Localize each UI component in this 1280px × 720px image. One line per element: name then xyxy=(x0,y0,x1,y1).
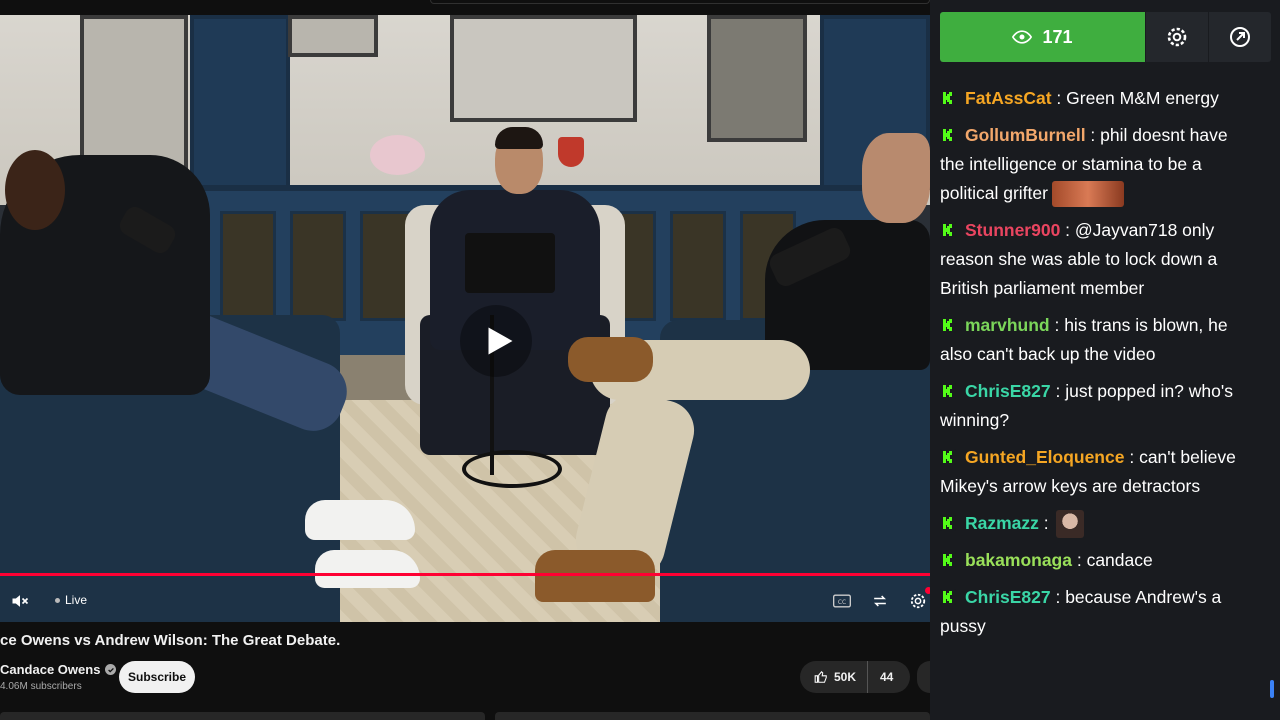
wall-frame-small xyxy=(288,15,378,57)
subscriber-count: 4.06M subscribers xyxy=(0,681,82,692)
cc-icon: CC xyxy=(833,594,851,608)
chat-username[interactable]: marvhund xyxy=(965,315,1050,335)
chat-username[interactable]: Gunted_Eloquence xyxy=(965,447,1124,467)
like-count: 50K xyxy=(834,670,857,684)
shield-ornament xyxy=(558,137,584,167)
kick-badge-icon xyxy=(940,383,956,399)
kick-badge-icon xyxy=(940,127,956,143)
verified-icon xyxy=(105,664,117,675)
progress-fill xyxy=(0,573,930,576)
chat-username[interactable]: Stunner900 xyxy=(965,220,1060,240)
chat-message: Gunted_Eloquence : can't believe Mikey's… xyxy=(930,439,1280,505)
chat-separator: : xyxy=(1050,381,1066,401)
chat-message: ChrisE827 : just popped in? who's winnin… xyxy=(930,373,1280,439)
popout-icon xyxy=(1230,27,1250,47)
host-hair xyxy=(495,127,543,149)
wall-photo-frame xyxy=(707,15,807,142)
chat-separator: : xyxy=(1124,447,1140,467)
chat-emote xyxy=(1055,510,1084,539)
play-button[interactable] xyxy=(460,305,532,377)
kick-badge-icon xyxy=(940,90,956,106)
chat-separator: : xyxy=(1071,550,1087,571)
live-dot xyxy=(55,597,60,603)
chat-emote xyxy=(1051,181,1124,208)
chat-username[interactable]: ChrisE827 xyxy=(965,381,1051,401)
chat-message: bakamonaga : candace xyxy=(930,542,1280,579)
chat-username[interactable]: GollumBurnell xyxy=(965,125,1086,145)
like-icon xyxy=(814,670,827,683)
chat-message: Stunner900 : @Jayvan718 only reason she … xyxy=(930,212,1280,307)
chat-message: FatAssCat : Green M&M energy xyxy=(930,80,1280,117)
settings-button[interactable] xyxy=(906,587,930,613)
chat-message: GollumBurnell : phil doesnt have the int… xyxy=(930,117,1280,212)
chat-message: Razmazz : xyxy=(930,505,1280,542)
gear-icon xyxy=(1167,27,1187,47)
kick-badge-icon xyxy=(940,515,956,531)
play-icon xyxy=(488,327,513,355)
share-button[interactable] xyxy=(917,661,930,693)
chat-text: Green M&M energy xyxy=(1066,88,1219,108)
chat-panel: 171 FatAssCat : Green M&M energy GollumBu… xyxy=(930,0,1280,720)
next-row-edge xyxy=(0,712,930,720)
guest-left-head xyxy=(5,150,65,230)
guest-right-head xyxy=(862,133,930,223)
subscribe-button[interactable]: Subscribe xyxy=(119,661,195,693)
chat-message: marvhund : his trans is blown, he also c… xyxy=(930,307,1280,373)
video-player[interactable]: Live CC xyxy=(0,15,930,622)
player-controls: Live CC xyxy=(0,583,930,619)
live-label: Live xyxy=(65,593,88,607)
laptop xyxy=(465,233,555,293)
chat-settings-button[interactable] xyxy=(1146,12,1208,62)
chat-separator: : xyxy=(1050,587,1066,608)
boot xyxy=(568,337,653,382)
chat-text: candace xyxy=(1086,550,1153,571)
like-dislike-group: 50K 44 xyxy=(800,661,910,693)
kick-badge-icon xyxy=(940,449,956,465)
live-indicator[interactable]: Live xyxy=(55,593,87,607)
viewer-count-bar[interactable]: 171 xyxy=(940,12,1145,62)
loop-button[interactable] xyxy=(868,589,892,613)
bookshelf-left xyxy=(190,15,290,190)
chat-username[interactable]: FatAssCat xyxy=(965,88,1052,108)
eye-icon xyxy=(1012,30,1033,44)
chat-popout-button[interactable] xyxy=(1209,12,1271,62)
like-button[interactable]: 50K xyxy=(800,661,868,693)
chat-separator: : xyxy=(1049,315,1065,335)
kick-badge-icon xyxy=(940,222,956,238)
mic-stand-base xyxy=(462,450,562,488)
chat-separator: : xyxy=(1051,88,1067,108)
chat-message: ChrisE827 : because Andrew's a pussy xyxy=(930,579,1280,645)
channel-row: Candace Owens 4.06M subscribers Subscrib… xyxy=(0,660,930,694)
dislike-button[interactable]: 44 xyxy=(868,670,893,684)
kick-badge-icon xyxy=(940,317,956,333)
chat-separator: : xyxy=(1038,513,1054,533)
mute-icon xyxy=(12,595,29,607)
video-title: ce Owens vs Andrew Wilson: The Great Deb… xyxy=(0,632,341,649)
viewer-count: 171 xyxy=(1042,26,1073,47)
sneaker xyxy=(305,500,415,540)
kick-badge-icon xyxy=(940,589,956,606)
chat-username[interactable]: ChrisE827 xyxy=(965,587,1051,607)
top-bar-edge xyxy=(430,0,930,4)
chat-separator: : xyxy=(1060,220,1075,240)
chat-username[interactable]: bakamonaga xyxy=(965,550,1072,570)
wall-map-frame xyxy=(450,15,637,122)
kick-badge-icon xyxy=(940,552,956,569)
chat-separator: : xyxy=(1085,125,1101,145)
chat-username[interactable]: Razmazz xyxy=(965,513,1039,533)
settings-gear-icon xyxy=(910,593,926,609)
chat-messages: FatAssCat : Green M&M energy GollumBurnel… xyxy=(930,80,1280,645)
progress-bar[interactable] xyxy=(0,573,930,576)
mute-button[interactable] xyxy=(8,589,32,613)
chat-scrollbar[interactable] xyxy=(1270,680,1274,698)
svg-text:CC: CC xyxy=(838,600,846,606)
channel-name-link[interactable]: Candace Owens xyxy=(0,662,117,677)
loop-icon xyxy=(874,595,886,607)
flower-vase xyxy=(370,135,425,175)
channel-name: Candace Owens xyxy=(0,662,101,677)
subtitles-button[interactable]: CC xyxy=(830,589,854,613)
